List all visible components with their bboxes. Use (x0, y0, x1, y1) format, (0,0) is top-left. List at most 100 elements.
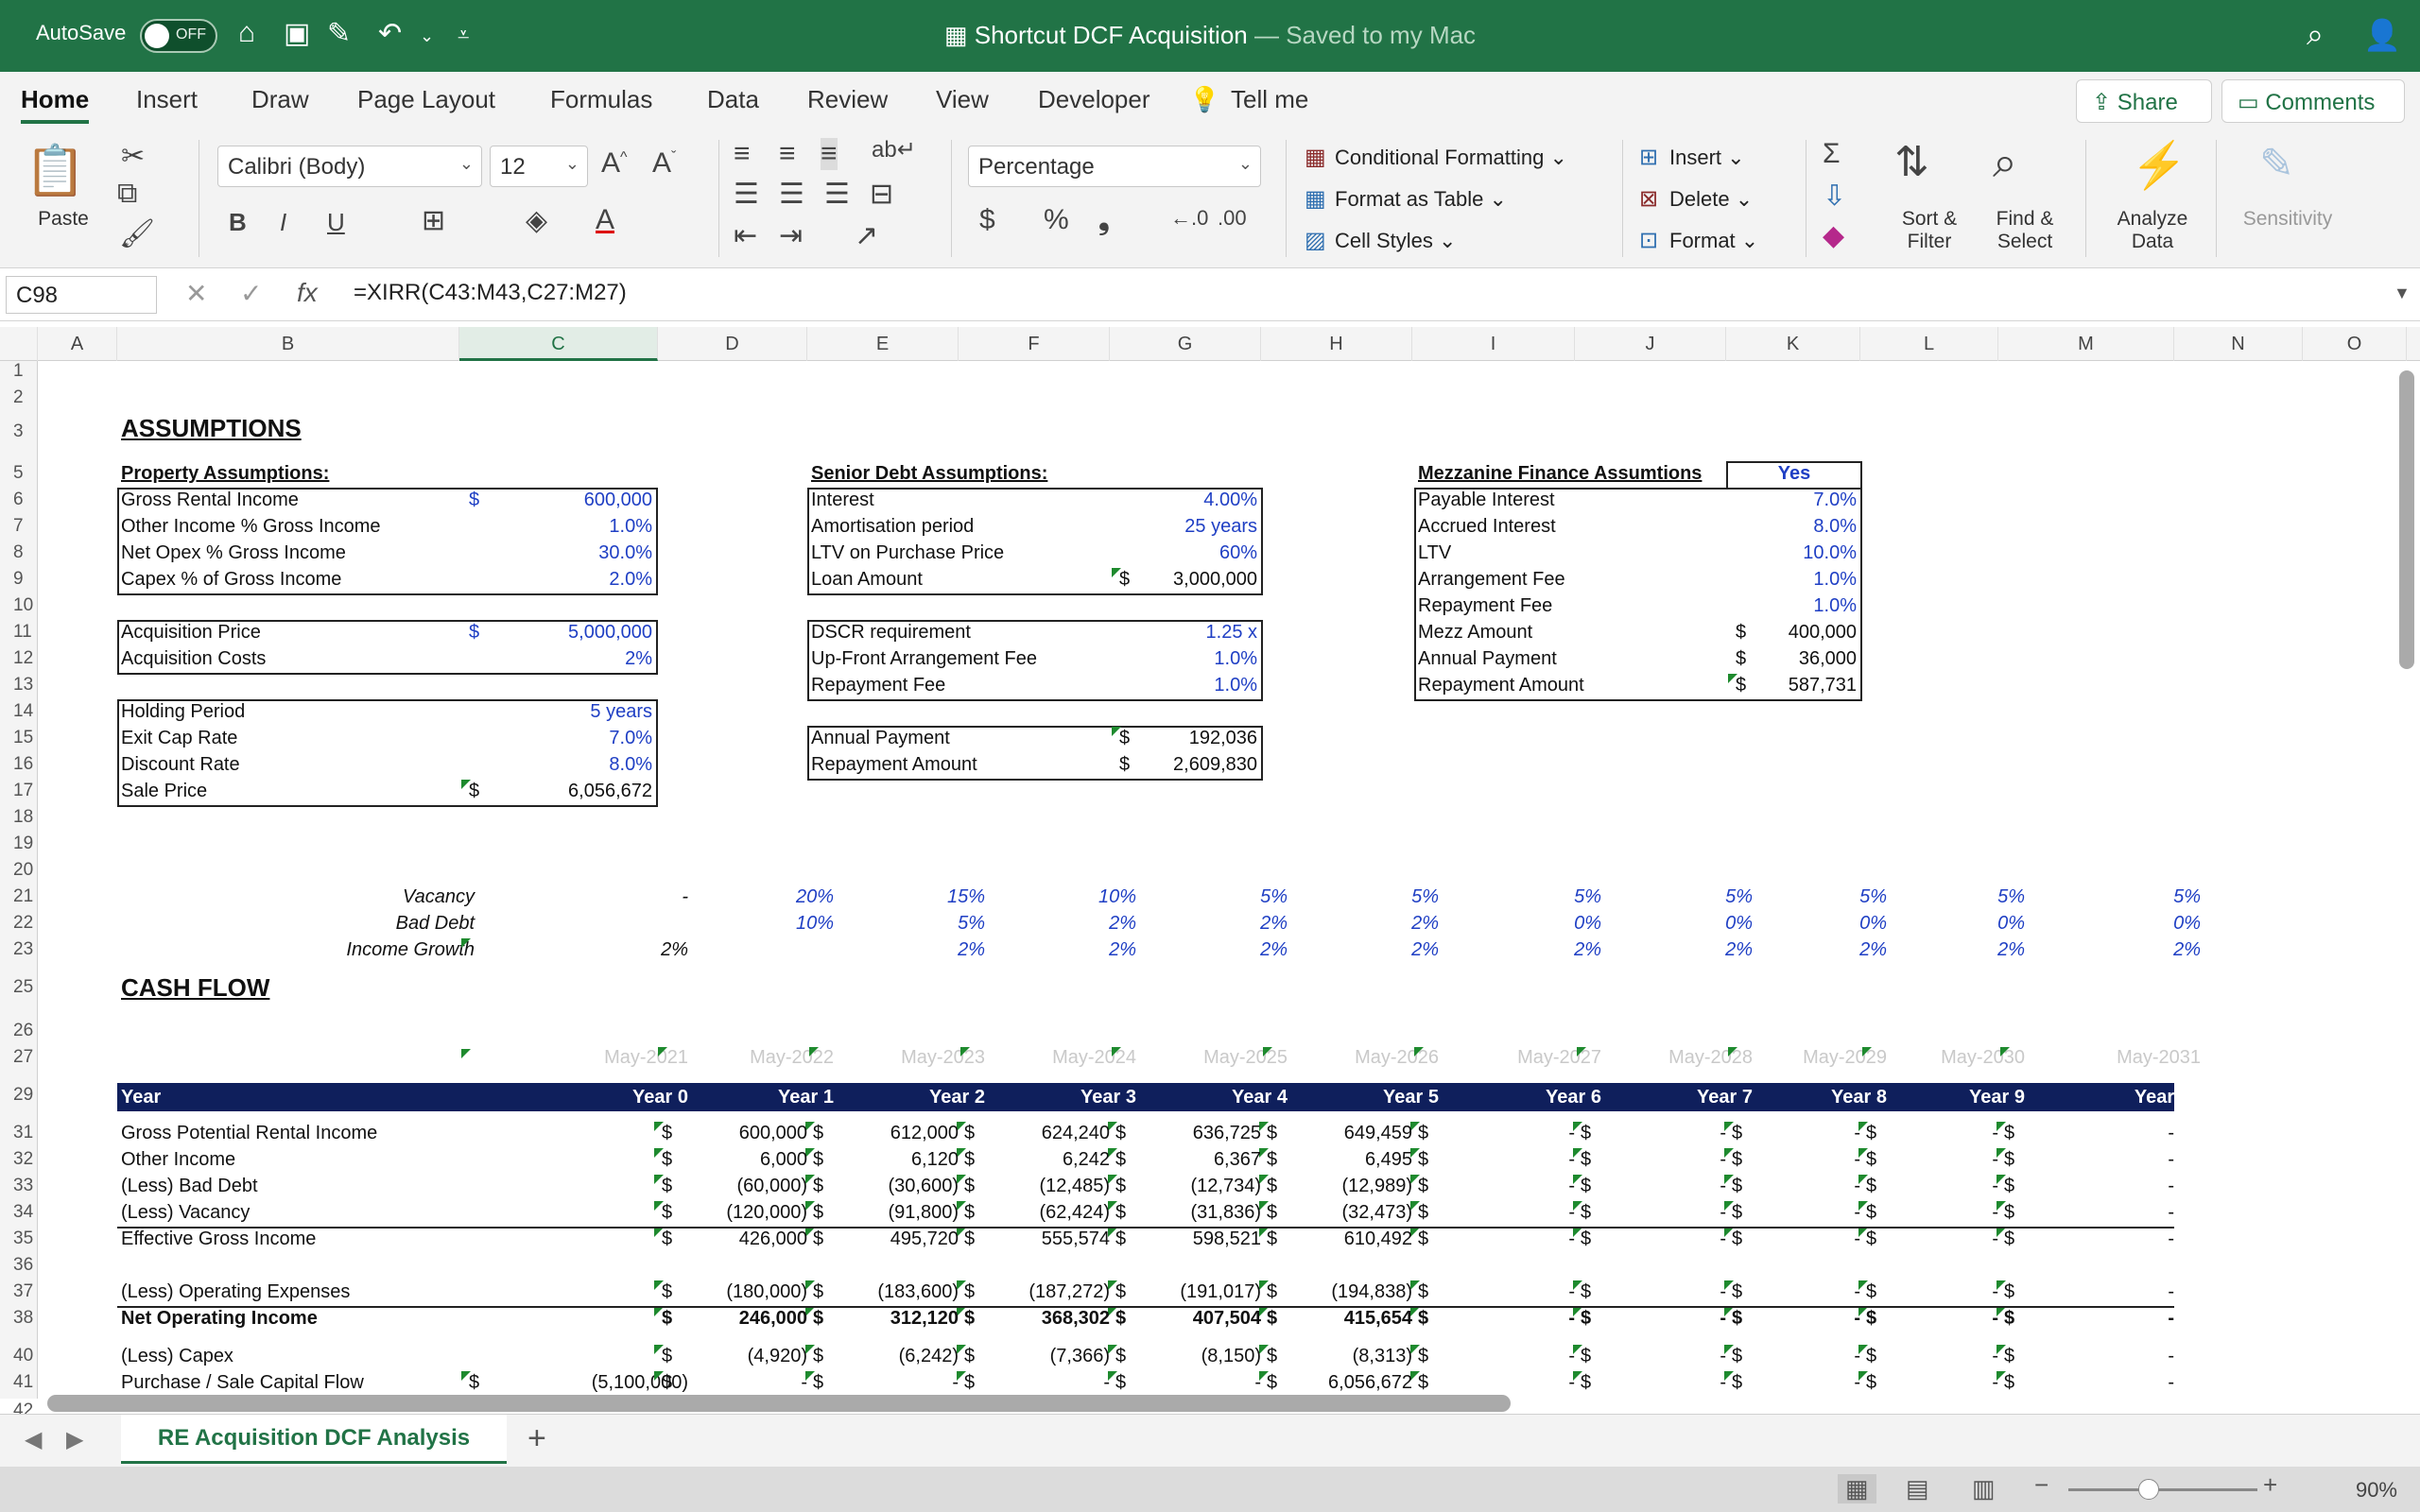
vacancy-value[interactable]: - (497, 885, 688, 909)
cf-value[interactable]: - (1898, 1147, 1998, 1172)
cf-value[interactable]: - (1613, 1174, 1726, 1198)
row-header[interactable]: 11 (0, 622, 38, 643)
cf-value[interactable]: (31,836) (1148, 1200, 1262, 1225)
cell-label[interactable]: Sale Price (121, 779, 207, 803)
cf-value[interactable]: - (1898, 1174, 1998, 1198)
cf-value[interactable]: - (1764, 1200, 1860, 1225)
increase-decimal-icon[interactable]: ←.0 (1170, 206, 1208, 231)
cf-value[interactable]: - (2036, 1280, 2174, 1304)
mezz-flag[interactable]: Yes (1726, 461, 1862, 486)
cf-value[interactable]: 246,000 (696, 1306, 807, 1331)
cf-value[interactable]: (32,473) (1299, 1200, 1413, 1225)
row-header[interactable]: 15 (0, 728, 38, 748)
cell-value[interactable]: 10.0% (1726, 541, 1857, 565)
cell-label[interactable]: Acquisition Costs (121, 646, 266, 671)
align-middle-icon[interactable]: ≡ (779, 138, 796, 170)
cell-label[interactable]: Annual Payment (811, 726, 950, 750)
row-header[interactable]: 37 (0, 1281, 38, 1302)
income-growth-value[interactable]: 2% (1764, 937, 1887, 962)
cell-label[interactable]: Payable Interest (1418, 488, 1555, 512)
cf-value[interactable]: - (1450, 1344, 1575, 1368)
cell-value[interactable]: 1.0% (1097, 673, 1257, 697)
merge-center-icon[interactable]: ⊟ (870, 178, 893, 211)
row-header[interactable]: 32 (0, 1149, 38, 1170)
horizontal-scrollbar[interactable] (47, 1395, 1511, 1412)
cell-label[interactable]: Holding Period (121, 699, 245, 724)
orientation-icon[interactable]: ↗ (855, 219, 878, 252)
column-header[interactable]: B (117, 327, 459, 361)
zoom-out-icon[interactable]: − (2034, 1470, 2048, 1500)
cf-value[interactable]: 598,521 (1148, 1227, 1261, 1251)
zoom-slider-thumb[interactable] (2138, 1479, 2159, 1500)
row-header[interactable]: 18 (0, 807, 38, 828)
cell-label[interactable]: Up-Front Arrangement Fee (811, 646, 1037, 671)
cf-value[interactable]: 6,056,672 (1299, 1370, 1412, 1395)
cf-value[interactable]: - (2036, 1370, 2174, 1395)
fill-icon[interactable]: ⇩ (1823, 180, 1846, 213)
bad-debt-value[interactable]: 5% (845, 911, 985, 936)
zoom-in-icon[interactable]: + (2263, 1470, 2277, 1500)
row-header[interactable]: 13 (0, 675, 38, 696)
align-center-icon[interactable]: ☰ (779, 178, 804, 211)
cf-value[interactable]: - (2036, 1306, 2174, 1331)
row-header[interactable]: 1 (0, 361, 38, 382)
row-header[interactable]: 38 (0, 1308, 38, 1329)
clear-icon[interactable]: ◆ (1823, 219, 1844, 252)
page-break-view-icon[interactable]: ▥ (1972, 1474, 1996, 1503)
cf-value[interactable]: - (2036, 1147, 2174, 1172)
tab-draw[interactable]: Draw (251, 85, 309, 114)
cell-value[interactable]: 7.0% (1726, 488, 1857, 512)
tab-review[interactable]: Review (807, 85, 888, 114)
formula-input[interactable]: =XIRR(C43:M43,C27:M27) (354, 280, 627, 306)
cf-value[interactable]: 610,492 (1299, 1227, 1412, 1251)
cell-value[interactable]: 3,000,000 (1097, 567, 1257, 592)
vacancy-value[interactable]: 5% (1613, 885, 1753, 909)
bad-debt-value[interactable]: 0% (1898, 911, 2025, 936)
paste-label[interactable]: Paste (28, 208, 98, 231)
cf-value[interactable]: - (1898, 1280, 1998, 1304)
font-color-icon[interactable]: A (596, 204, 614, 236)
cf-value[interactable]: (7,366) (996, 1344, 1110, 1368)
cell-value[interactable]: 2,609,830 (1097, 752, 1257, 777)
cell-label[interactable]: Amortisation period (811, 514, 974, 539)
cf-value[interactable]: - (2036, 1200, 2174, 1225)
cell-label[interactable]: LTV on Purchase Price (811, 541, 1004, 565)
cell-value[interactable]: 5 years (497, 699, 652, 724)
cf-value[interactable]: - (1613, 1370, 1726, 1395)
cf-value[interactable]: - (1613, 1121, 1726, 1145)
cf-value[interactable]: - (1764, 1370, 1860, 1395)
bad-debt-value[interactable]: 10% (696, 911, 834, 936)
column-header[interactable]: L (1860, 327, 1998, 361)
row-header[interactable]: 33 (0, 1176, 38, 1196)
cell-currency[interactable]: $ (469, 488, 479, 512)
year-cell[interactable]: Year 3 (996, 1085, 1136, 1109)
cf-value[interactable]: (12,734) (1148, 1174, 1262, 1198)
cf-value[interactable]: 555,574 (996, 1227, 1110, 1251)
cf-value[interactable]: (187,272) (996, 1280, 1110, 1304)
year-cell[interactable]: Year 7 (1613, 1085, 1753, 1109)
column-header[interactable]: I (1412, 327, 1575, 361)
format-painter-icon[interactable]: 🖌 (119, 217, 155, 250)
find-select-icon[interactable]: ⌕ (1993, 136, 2017, 189)
analyze-data-icon[interactable]: ⚡ (2131, 138, 2187, 192)
row-header[interactable]: 21 (0, 886, 38, 907)
row-header[interactable]: 14 (0, 701, 38, 722)
cell-label[interactable]: Accrued Interest (1418, 514, 1556, 539)
cf-value[interactable]: (120,000) (696, 1200, 807, 1225)
cell-label[interactable]: Repayment Amount (1418, 673, 1584, 697)
row-header[interactable]: 2 (0, 387, 38, 408)
italic-icon[interactable]: I (280, 208, 286, 237)
account-icon[interactable]: 👤 (2363, 17, 2401, 53)
tab-formulas[interactable]: Formulas (550, 85, 652, 114)
row-header[interactable]: 35 (0, 1228, 38, 1249)
cell-value[interactable]: 60% (1097, 541, 1257, 565)
income-growth-value[interactable]: 2% (1898, 937, 2025, 962)
autosum-icon[interactable]: Σ (1823, 138, 1841, 170)
font-size-select[interactable]: 12 ⌄ (490, 146, 588, 187)
cell-label[interactable]: Exit Cap Rate (121, 726, 237, 750)
scroll-right-icon[interactable]: ▶ (66, 1426, 83, 1453)
column-header[interactable]: D (658, 327, 807, 361)
cf-value[interactable]: - (996, 1370, 1110, 1395)
cf-value[interactable]: (8,150) (1148, 1344, 1261, 1368)
income-growth-value[interactable]: 2% (1299, 937, 1439, 962)
